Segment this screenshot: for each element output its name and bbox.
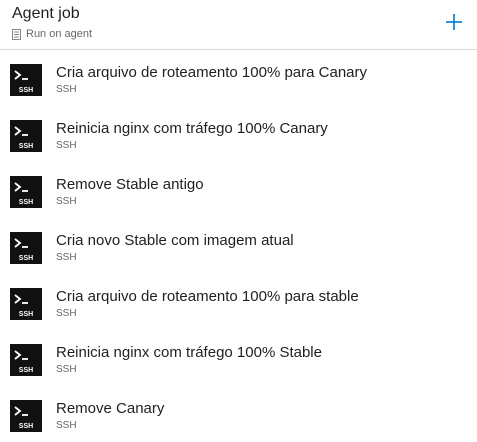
task-item[interactable]: SSH Cria arquivo de roteamento 100% para… <box>0 50 477 106</box>
ssh-terminal-icon: SSH <box>10 288 42 320</box>
task-type: SSH <box>56 140 77 151</box>
svg-text:SSH: SSH <box>19 311 33 318</box>
ssh-terminal-icon: SSH <box>10 400 42 432</box>
task-item[interactable]: SSH Cria arquivo de roteamento 100% para… <box>0 274 477 330</box>
agent-job-header[interactable]: Agent job Run on agent <box>0 0 477 50</box>
task-type: SSH <box>56 420 77 431</box>
svg-text:SSH: SSH <box>19 367 33 374</box>
task-type: SSH <box>56 364 77 375</box>
ssh-terminal-icon: SSH <box>10 232 42 264</box>
job-title: Agent job <box>12 5 80 22</box>
svg-text:SSH: SSH <box>19 199 33 206</box>
task-type: SSH <box>56 196 77 207</box>
task-name: Cria novo Stable com imagem atual <box>56 232 294 249</box>
plus-icon <box>446 14 462 30</box>
task-item[interactable]: SSH Remove Stable antigo SSH <box>0 162 477 218</box>
svg-text:SSH: SSH <box>19 255 33 262</box>
task-list: SSH Cria arquivo de roteamento 100% para… <box>0 50 477 442</box>
svg-text:SSH: SSH <box>19 87 33 94</box>
job-subtitle: Run on agent <box>12 27 92 41</box>
task-type: SSH <box>56 252 77 263</box>
task-name: Remove Stable antigo <box>56 176 204 193</box>
task-type: SSH <box>56 308 77 319</box>
svg-text:SSH: SSH <box>19 423 33 430</box>
ssh-terminal-icon: SSH <box>10 64 42 96</box>
task-item[interactable]: SSH Reinicia nginx com tráfego 100% Stab… <box>0 330 477 386</box>
task-name: Cria arquivo de roteamento 100% para sta… <box>56 288 359 305</box>
agent-icon <box>12 28 21 40</box>
ssh-terminal-icon: SSH <box>10 176 42 208</box>
ssh-terminal-icon: SSH <box>10 344 42 376</box>
task-type: SSH <box>56 84 77 95</box>
task-item[interactable]: SSH Cria novo Stable com imagem atual SS… <box>0 218 477 274</box>
task-item[interactable]: SSH Remove Canary SSH <box>0 386 477 442</box>
task-name: Remove Canary <box>56 400 165 417</box>
job-subtitle-text: Run on agent <box>26 28 93 40</box>
svg-text:SSH: SSH <box>19 143 33 150</box>
add-task-button[interactable] <box>440 8 468 36</box>
task-name: Reinicia nginx com tráfego 100% Stable <box>56 344 322 361</box>
task-item[interactable]: SSH Reinicia nginx com tráfego 100% Cana… <box>0 106 477 162</box>
ssh-terminal-icon: SSH <box>10 120 42 152</box>
task-name: Cria arquivo de roteamento 100% para Can… <box>56 64 368 81</box>
task-name: Reinicia nginx com tráfego 100% Canary <box>56 120 328 137</box>
